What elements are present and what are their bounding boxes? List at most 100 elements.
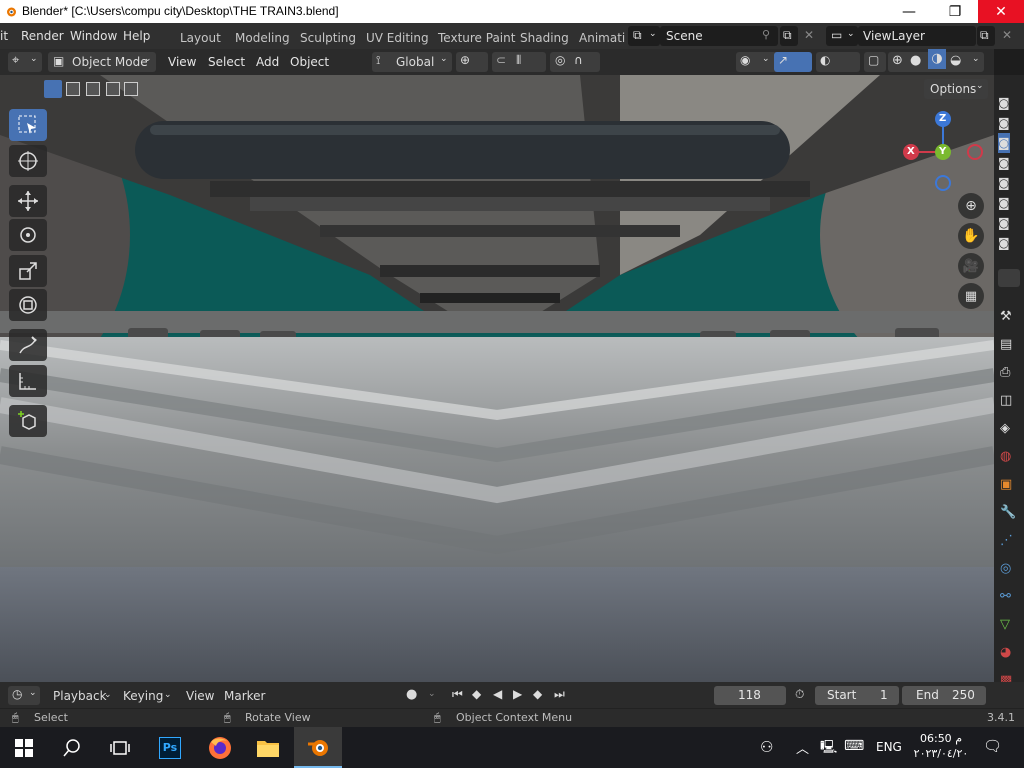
file-explorer-taskbar-button[interactable]: [244, 727, 292, 768]
view-layer-properties-icon[interactable]: ◫: [1000, 387, 1016, 415]
tool-measure[interactable]: [9, 365, 47, 397]
scene-browse-button[interactable]: ⧉ ⌄: [628, 26, 660, 46]
next-keyframe-icon[interactable]: ◆: [533, 687, 542, 701]
overlays-toggle[interactable]: ◐: [816, 52, 860, 72]
keyboard-icon[interactable]: ⌨: [844, 738, 864, 754]
add-menu[interactable]: Add: [256, 55, 279, 74]
stopwatch-icon[interactable]: ⏱: [795, 687, 804, 702]
editor-type-button[interactable]: ⌖ ⌄: [8, 52, 42, 72]
pan-hand-icon[interactable]: ✋: [958, 223, 984, 249]
data-properties-icon[interactable]: ▽: [1000, 611, 1016, 639]
search-button[interactable]: [48, 727, 96, 768]
close-button[interactable]: ✕: [978, 0, 1024, 23]
select-subtract-icon[interactable]: [86, 82, 100, 96]
tool-add-cube[interactable]: [9, 405, 47, 437]
options-dropdown[interactable]: Options ⌄: [924, 79, 988, 99]
material-shading-icon[interactable]: ◑: [928, 49, 946, 69]
viewlayer-browse-button[interactable]: ▭ ⌄: [826, 26, 858, 46]
select-menu[interactable]: Select: [208, 55, 245, 74]
jump-start-icon[interactable]: ⏮: [452, 687, 463, 702]
zoom-icon[interactable]: ⊕: [958, 193, 984, 219]
viewlayer-name-field[interactable]: ViewLayer: [858, 26, 976, 46]
transform-orientation-dropdown[interactable]: ⟟ Global ⌄: [372, 52, 452, 72]
select-invert-icon[interactable]: [106, 82, 120, 96]
tool-rotate[interactable]: [9, 219, 47, 251]
prev-keyframe-icon[interactable]: ◆: [472, 687, 481, 701]
tab-texture-paint[interactable]: Texture Paint: [438, 31, 515, 45]
blender-taskbar-button[interactable]: [294, 727, 342, 768]
tab-layout[interactable]: Layout: [180, 31, 221, 45]
tab-animation[interactable]: Animati: [579, 31, 625, 45]
current-frame-field[interactable]: 118: [714, 686, 786, 705]
start-button[interactable]: [0, 727, 48, 768]
record-keyframe-icon[interactable]: ●: [406, 687, 417, 702]
tool-select-box[interactable]: [9, 109, 47, 141]
render-properties-icon[interactable]: ▤: [1000, 331, 1016, 359]
object-menu[interactable]: Object: [290, 55, 329, 74]
input-language[interactable]: ENG: [876, 740, 902, 754]
start-frame-field[interactable]: Start 1: [815, 686, 899, 705]
view-menu[interactable]: View: [168, 55, 196, 74]
clock[interactable]: 06:50 م ٢٠٢٣/٠٤/٢٠: [910, 731, 972, 765]
wireframe-shading-icon[interactable]: ⊕: [892, 53, 903, 68]
timeline-view-menu[interactable]: View: [186, 689, 214, 703]
xray-toggle[interactable]: ▢: [864, 52, 886, 72]
tool-properties-icon[interactable]: ⚒: [1000, 303, 1016, 331]
photoshop-taskbar-button[interactable]: Ps: [146, 727, 194, 768]
people-icon[interactable]: ⚇: [760, 738, 773, 756]
world-properties-icon[interactable]: ◍: [1000, 443, 1016, 471]
tab-modeling[interactable]: Modeling: [235, 31, 290, 45]
minimize-button[interactable]: —: [886, 0, 932, 23]
tab-uv-editing[interactable]: UV Editing: [366, 31, 429, 45]
tool-move[interactable]: [9, 185, 47, 217]
maximize-button[interactable]: ❐: [932, 0, 978, 23]
menu-edit[interactable]: it: [0, 29, 8, 43]
perspective-grid-icon[interactable]: ▦: [958, 283, 984, 309]
tab-shading[interactable]: Shading: [520, 31, 569, 45]
object-properties-icon[interactable]: ▣: [1000, 471, 1016, 499]
tool-transform[interactable]: [9, 289, 47, 321]
gizmo-toggle[interactable]: ↗: [774, 52, 812, 72]
object-mode-dropdown[interactable]: ▣ Object Mode ⌄: [48, 52, 156, 72]
menu-render[interactable]: Render: [21, 29, 64, 43]
particles-properties-icon[interactable]: ⋰: [1000, 527, 1016, 555]
scene-name-field[interactable]: Scene ⚲: [660, 26, 778, 46]
menu-help[interactable]: Help: [123, 29, 150, 43]
select-intersect-icon[interactable]: [124, 82, 138, 96]
new-viewlayer-button[interactable]: ⧉: [977, 26, 995, 46]
rendered-shading-icon[interactable]: ◒: [950, 53, 961, 68]
new-scene-button[interactable]: ⧉: [780, 26, 798, 46]
select-extend-icon[interactable]: [66, 82, 80, 96]
end-frame-field[interactable]: End 250: [902, 686, 986, 705]
delete-viewlayer-button[interactable]: ✕: [1002, 28, 1012, 42]
pivot-point-dropdown[interactable]: ⊕: [456, 52, 488, 72]
properties-toggle[interactable]: [998, 269, 1020, 287]
jump-end-icon[interactable]: ⏭: [554, 687, 565, 702]
play-reverse-icon[interactable]: ◀: [493, 687, 502, 701]
play-icon[interactable]: ▶: [513, 687, 522, 701]
output-properties-icon[interactable]: ⎙: [1000, 359, 1016, 387]
tool-cursor[interactable]: [9, 145, 47, 177]
solid-shading-icon[interactable]: ●: [910, 53, 921, 68]
playback-menu[interactable]: Playback: [53, 689, 107, 703]
material-properties-icon[interactable]: ◕: [1000, 639, 1016, 667]
3d-viewport[interactable]: Options ⌄ Z X Y ⊕ ✋ 🎥 ▦: [0, 75, 994, 682]
show-hidden-icons-icon[interactable]: ︿: [796, 738, 809, 757]
snap-dropdown[interactable]: ⊂ ⦀: [492, 52, 546, 72]
notification-center-icon[interactable]: 🗨: [983, 737, 1002, 755]
keying-menu[interactable]: Keying: [123, 689, 163, 703]
timeline-editor-type-button[interactable]: ◷ ⌄: [8, 686, 40, 705]
tool-scale[interactable]: [9, 255, 47, 287]
camera-view-icon[interactable]: 🎥: [958, 253, 984, 279]
tool-annotate[interactable]: [9, 329, 47, 361]
task-view-button[interactable]: [96, 727, 144, 768]
proportional-edit-dropdown[interactable]: ◎ ∩: [550, 52, 600, 72]
delete-scene-button[interactable]: ✕: [804, 28, 814, 42]
physics-properties-icon[interactable]: ◎: [1000, 555, 1016, 583]
constraints-properties-icon[interactable]: ⚯: [1000, 583, 1016, 611]
scene-properties-icon[interactable]: ◈: [1000, 415, 1016, 443]
tab-sculpting[interactable]: Sculpting: [300, 31, 356, 45]
outliner-camera-icons[interactable]: ◙ ◙ ◙ ◙ ◙ ◙ ◙ ◙: [998, 93, 1010, 253]
menu-window[interactable]: Window: [70, 29, 117, 43]
network-icon[interactable]: 🖳: [820, 738, 837, 760]
